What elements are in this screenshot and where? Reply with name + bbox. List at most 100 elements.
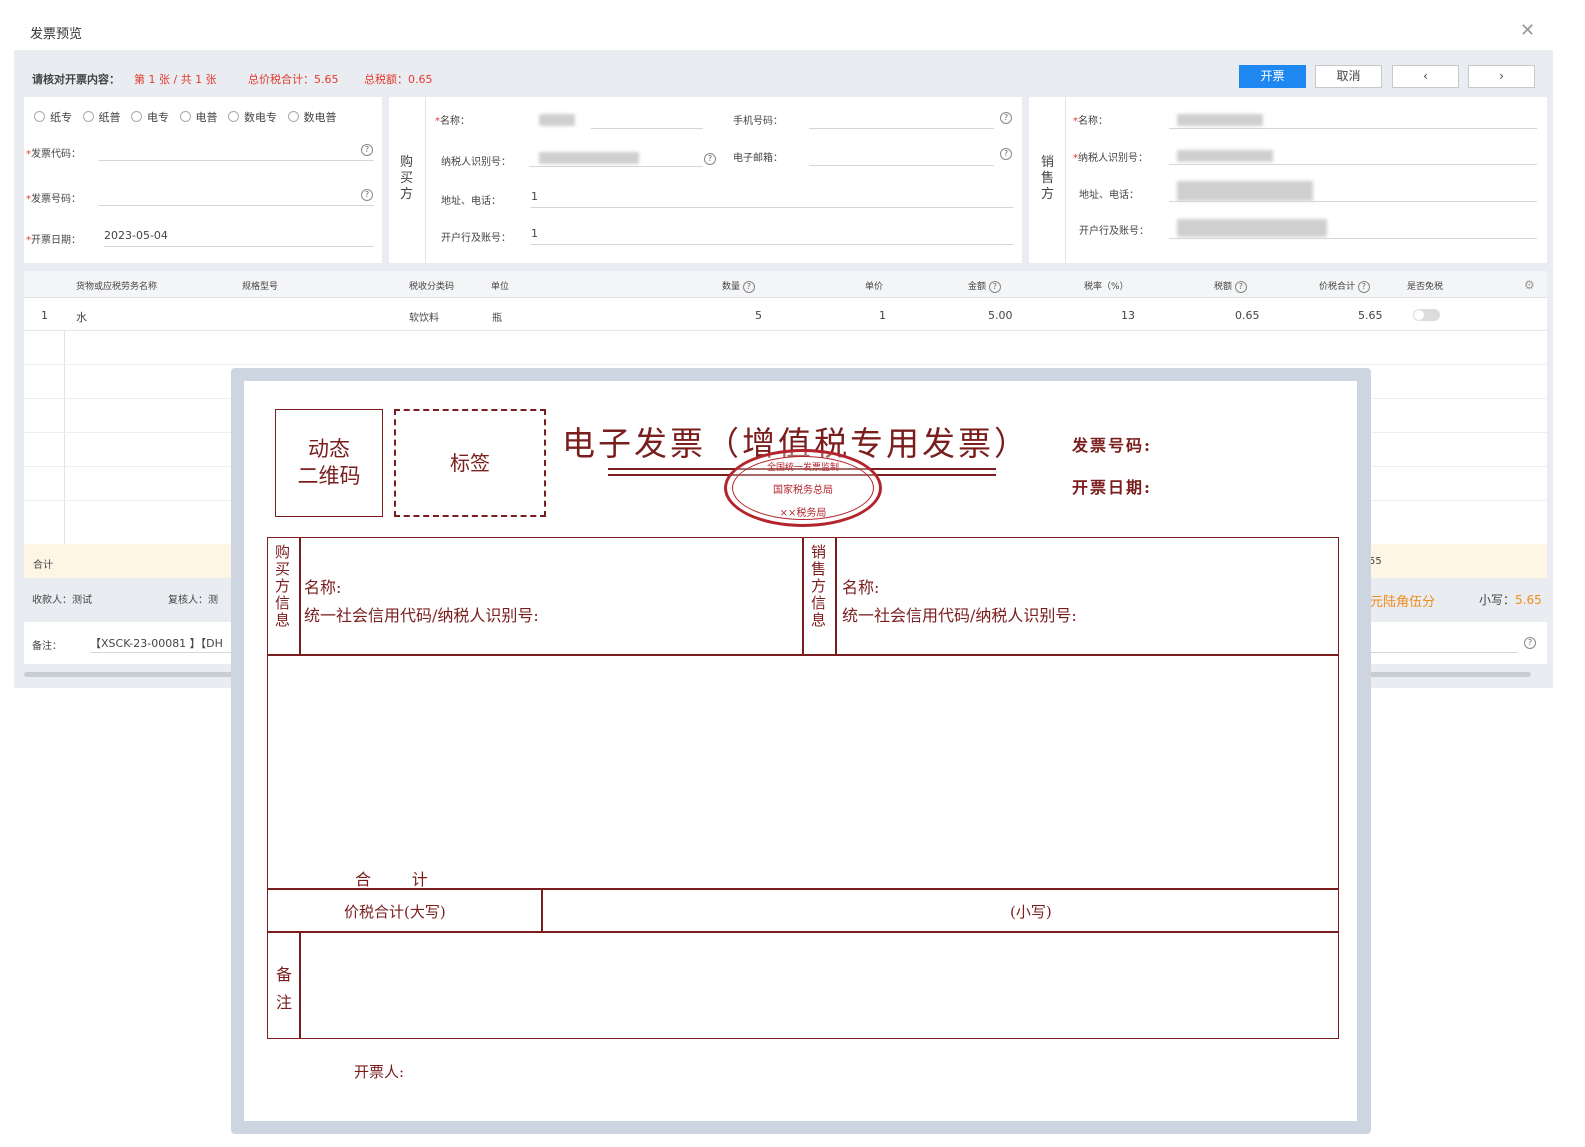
amount-capital-label: 价税合计(大写)	[344, 903, 446, 921]
reviewer: 复核人：测	[168, 595, 218, 606]
code-label: 发票代码：	[31, 149, 81, 160]
help-icon[interactable]: ?	[361, 144, 373, 156]
row-amount[interactable]: 5.00	[988, 309, 1013, 322]
invoice-number-input[interactable]	[99, 188, 374, 206]
blurred-value	[539, 114, 575, 126]
radio-icon[interactable]	[34, 111, 45, 122]
col-header: 税率（%）	[1084, 282, 1129, 292]
seller-panel: 销售方 *名称： *纳税人识别号： 地址、电话： 开户行及账号：	[1029, 97, 1547, 263]
buyer-taxid-label: 纳税人识别号：	[441, 157, 511, 168]
help-icon[interactable]: ?	[1234, 281, 1247, 293]
divider	[802, 537, 804, 655]
total-label: 合计	[33, 560, 53, 571]
help-icon[interactable]: ?	[1000, 112, 1012, 124]
row-code[interactable]: 软饮料	[409, 309, 439, 324]
seller-side-label: 销售方	[1041, 155, 1055, 202]
seller-name-label: 名称：	[1078, 116, 1108, 127]
close-icon[interactable]: ✕	[1520, 20, 1535, 41]
payee: 收款人：测试	[32, 595, 92, 606]
divider	[299, 537, 301, 655]
buyer-bank-input[interactable]: 1	[531, 227, 1013, 245]
help-icon[interactable]: ?	[1357, 281, 1370, 293]
seller-name-input[interactable]	[1169, 111, 1537, 129]
small-value: 5.65	[1515, 593, 1542, 607]
seller-bank-input[interactable]	[1169, 221, 1537, 239]
radio-icon[interactable]	[82, 111, 94, 122]
col-header: 价税合计	[1319, 282, 1356, 292]
invoice-date-label: 开票日期:	[1072, 478, 1152, 497]
type-label[interactable]: 电专	[147, 111, 169, 124]
buyer-name-input[interactable]	[591, 111, 703, 129]
col-header: 是否免税	[1407, 282, 1444, 292]
type-label[interactable]: 纸专	[50, 111, 72, 124]
cancel-button[interactable]: 取消	[1315, 65, 1382, 88]
radio-icon[interactable]	[287, 111, 299, 122]
buyer-phone-input[interactable]	[809, 111, 994, 129]
help-icon[interactable]: ?	[742, 281, 755, 293]
row-price[interactable]: 1	[879, 309, 886, 322]
prev-button[interactable]: ‹	[1392, 65, 1459, 88]
seller-credit-label: 统一社会信用代码/纳税人识别号:	[842, 606, 1077, 625]
row-unit[interactable]: 瓶	[492, 309, 502, 324]
help-icon[interactable]: ?	[1000, 148, 1012, 160]
buyer-name-label: 名称:	[304, 578, 342, 597]
qr-text: 动态	[308, 437, 350, 461]
summary-total: 总价税合计：5.65	[248, 73, 339, 86]
col-header: 数量	[722, 282, 741, 292]
invoice-number-label: 发票号码:	[1072, 436, 1152, 455]
type-label[interactable]: 纸普	[99, 111, 121, 124]
amount-small-label: (小写)	[1010, 903, 1052, 921]
type-label[interactable]: 数电专	[244, 111, 277, 124]
seller-addr-input[interactable]	[1169, 184, 1537, 202]
remark-label: 备注	[276, 965, 293, 1012]
buyer-addr-label: 地址、电话：	[441, 196, 501, 207]
next-button[interactable]: ›	[1468, 65, 1535, 88]
radio-icon[interactable]	[131, 111, 142, 122]
tax-exempt-toggle[interactable]	[1413, 309, 1440, 321]
invoice-code-input[interactable]	[99, 143, 374, 161]
buyer-name-label: 名称：	[440, 116, 470, 127]
seller-name-label: 名称:	[842, 578, 880, 597]
row-no: 1	[41, 309, 48, 322]
help-icon[interactable]: ?	[704, 153, 716, 165]
divider	[267, 931, 1339, 933]
divider	[299, 931, 301, 1039]
invoice-date-input[interactable]: 2023-05-04	[104, 229, 374, 247]
help-icon[interactable]: ?	[1524, 637, 1536, 649]
table-row[interactable]: 1 水 软饮料 瓶 5 1 5.00 13 0.65 5.65	[24, 299, 1547, 331]
seal-bottom-text: ××税务局	[779, 508, 827, 519]
row-qty[interactable]: 5	[755, 309, 762, 322]
summary-prompt: 请核对开票内容：	[32, 73, 120, 86]
type-label[interactable]: 数电普	[304, 111, 337, 124]
qr-placeholder: 动态 二维码	[275, 409, 383, 517]
divider	[267, 654, 1339, 656]
row-name[interactable]: 水	[76, 309, 87, 325]
seller-taxid-input[interactable]	[1169, 147, 1537, 165]
buyer-panel: 购买方 *名称： 纳税人识别号： ? 地址、电话： 1 开户行及账号： 1 手机…	[389, 97, 1022, 263]
row-rate[interactable]: 13	[1121, 309, 1135, 322]
sum-label: 合 计	[355, 870, 428, 889]
buyer-taxid-input[interactable]	[529, 149, 703, 167]
invoice-type-radios[interactable]: 纸专 纸普 电专 电普 数电专 数电普	[34, 109, 337, 125]
divider	[541, 888, 543, 932]
seal-top-text: 全国统一发票监制	[766, 463, 839, 473]
col-header: 金额	[968, 282, 987, 292]
radio-icon[interactable]	[179, 111, 191, 122]
summary-page: 第 1 张 / 共 1 张	[134, 73, 217, 86]
col-header: 货物或应税劳务名称	[76, 282, 158, 292]
buyer-bank-label: 开户行及账号：	[441, 233, 511, 244]
settings-icon[interactable]: ⚙	[1524, 278, 1535, 292]
divider	[425, 97, 426, 263]
dialog-title: 发票预览	[30, 27, 83, 42]
buyer-credit-label: 统一社会信用代码/纳税人识别号:	[304, 606, 539, 625]
radio-icon[interactable]	[228, 111, 239, 122]
col-header: 税额	[1214, 282, 1233, 292]
buyer-addr-input[interactable]: 1	[531, 190, 1013, 208]
qr-text: 二维码	[297, 464, 361, 488]
buyer-email-input[interactable]	[809, 148, 994, 166]
invoice-meta-panel: 纸专 纸普 电专 电普 数电专 数电普 *发票代码： ? *发票号码： ? *开…	[24, 97, 382, 263]
type-label[interactable]: 电普	[196, 111, 218, 124]
help-icon[interactable]: ?	[361, 189, 373, 201]
help-icon[interactable]: ?	[988, 281, 1001, 293]
issue-button[interactable]: 开票	[1239, 65, 1306, 88]
